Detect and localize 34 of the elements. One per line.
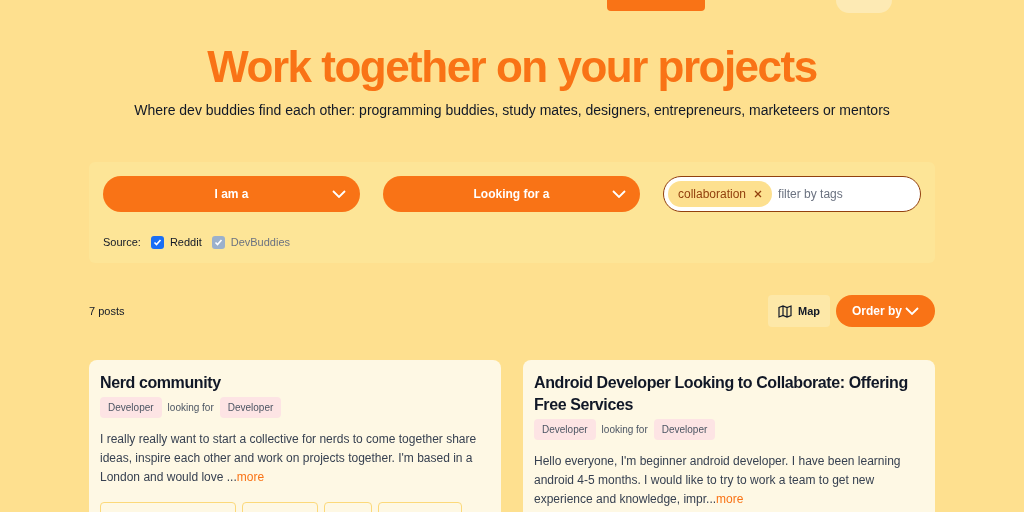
role-badge: Developer (219, 397, 282, 418)
map-button[interactable]: Map (768, 295, 830, 327)
role-badge: Developer (534, 419, 596, 440)
checkmark-icon (152, 237, 162, 247)
sign-out-button[interactable] (836, 0, 892, 13)
chevron-down-icon (612, 190, 626, 198)
checkbox[interactable] (150, 235, 164, 249)
chevron-down-icon (332, 190, 346, 198)
role-badge: Developer (100, 397, 162, 418)
dropdown-button[interactable]: Looking for a (383, 176, 640, 212)
looking-for-label: looking for (601, 423, 648, 437)
role-badge: Developer (653, 419, 716, 440)
post-excerpt: I really really want to start a collective for nerds to come together share ideas, inspire each other and work on projects together. I'm based in a London and would love ...more (100, 431, 478, 486)
post-title: Nerd community (100, 373, 222, 393)
post-title: Android Developer Looking to Collaborate: Offering Free Services (534, 373, 909, 415)
post-excerpt: Hello everyone, I'm beginner android developer. I have been learning android 4-5 months. I would like to try to work a team to get new experience and knowledge, impr...more (534, 453, 902, 508)
source-option-label: DevBuddies (230, 235, 291, 250)
tag-filter-field[interactable]: collaboration filter by tags (663, 176, 921, 212)
close-icon[interactable] (754, 190, 763, 198)
tag-label: collaboration (678, 186, 747, 203)
source-label: Source: (103, 235, 141, 250)
more-link[interactable]: more (716, 492, 744, 506)
source-option-label: Reddit (169, 235, 202, 250)
checkmark-icon (213, 237, 223, 247)
dropdown-button[interactable]: I am a (103, 176, 360, 212)
post-count: 7 posts (89, 303, 125, 319)
order-by-button[interactable]: Order by (836, 295, 935, 327)
more-link[interactable]: more (236, 470, 265, 484)
map-icon (778, 304, 792, 318)
hero-subtitle: Where dev buddies find each other: programming buddies, study mates, designers, entrepreneurs, marketeers or mentors (134, 101, 890, 120)
chevron-down-icon (905, 307, 919, 315)
looking-for-label: looking for (167, 401, 214, 415)
hero-title: Work together on your projects (207, 42, 817, 92)
tag-input[interactable]: filter by tags (778, 185, 916, 203)
